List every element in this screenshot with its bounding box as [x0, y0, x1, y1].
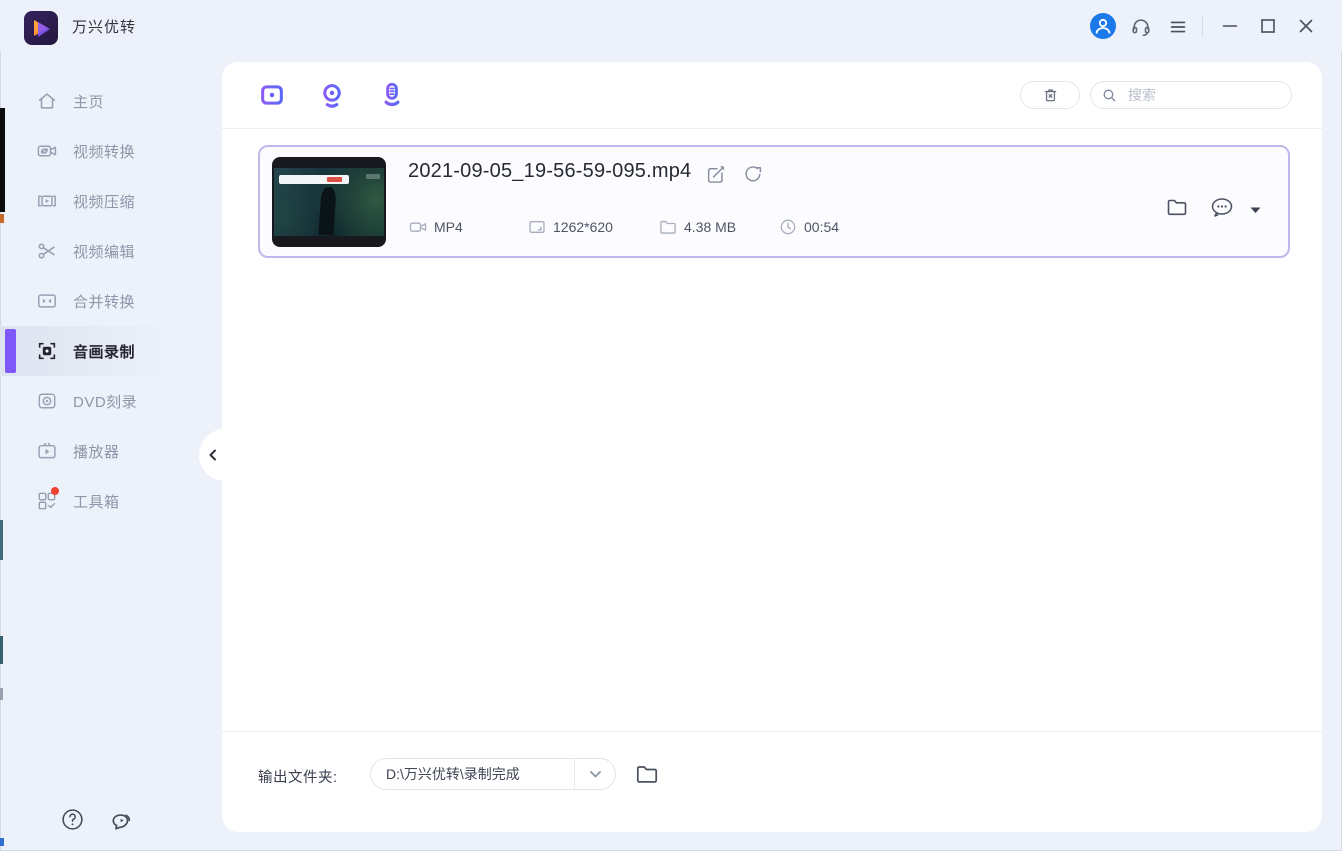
recording-list-item[interactable]: 2021-09-05_19-56-59-095.mp4 MP4 1262*620…: [258, 145, 1290, 258]
sidebar-item-merge-convert[interactable]: 合并转换: [0, 276, 222, 326]
screen-recorder-icon[interactable]: [258, 81, 286, 109]
help-icon[interactable]: [60, 807, 86, 833]
screen-edge-artifact: [0, 520, 3, 560]
output-folder-path: D:\万兴优转\录制完成: [386, 766, 520, 782]
footer-divider: [222, 731, 1322, 732]
sidebar-item-label: 主页: [73, 93, 105, 111]
minimize-button[interactable]: [1218, 14, 1242, 38]
size-folder-icon: [658, 217, 678, 237]
webcam-recorder-icon[interactable]: [318, 81, 346, 109]
search-icon: [1101, 87, 1118, 104]
sidebar-item-toolbox[interactable]: 工具箱: [0, 476, 222, 526]
format-camera-icon: [408, 217, 428, 237]
meta-size: 4.38 MB: [658, 217, 736, 237]
main-panel: 2021-09-05_19-56-59-095.mp4 MP4: [222, 62, 1322, 832]
video-convert-icon: [36, 140, 58, 162]
maximize-button[interactable]: [1256, 14, 1280, 38]
toolbox-badge: [51, 487, 59, 495]
sidebar-item-home[interactable]: 主页: [0, 76, 222, 126]
screen-edge-artifact: [0, 688, 3, 700]
sidebar-item-video-compress[interactable]: 视频压缩: [0, 176, 222, 226]
app-title: 万兴优转: [72, 19, 137, 36]
sidebar-item-label: 视频编辑: [73, 243, 136, 261]
thumbnail-frame: [274, 168, 384, 236]
titlebar: 万兴优转: [0, 0, 1342, 52]
sidebar-item-video-edit[interactable]: 视频编辑: [0, 226, 222, 276]
search-input[interactable]: [1126, 86, 1281, 104]
video-thumbnail[interactable]: [272, 157, 386, 247]
duration-clock-icon: [778, 217, 798, 237]
player-icon: [36, 440, 58, 462]
output-folder-label: 输出文件夹:: [258, 770, 338, 786]
sidebar-item-label: DVD刻录: [73, 393, 138, 411]
video-compress-icon: [36, 190, 58, 212]
screen-edge-artifact: [0, 108, 5, 212]
format-value: MP4: [434, 219, 463, 235]
sidebar-item-label: 视频转换: [73, 143, 136, 161]
feedback-icon[interactable]: [108, 807, 134, 833]
output-folder-select[interactable]: D:\万兴优转\录制完成: [370, 758, 616, 790]
resolution-screen-icon: [527, 217, 547, 237]
trash-icon: [1041, 86, 1060, 105]
record-mode-toolbar: [222, 62, 1322, 129]
meta-resolution: 1262*620: [527, 217, 613, 237]
meta-duration: 00:54: [778, 217, 839, 237]
sidebar-item-label: 播放器: [73, 443, 120, 461]
sidebar-item-dvd-burn[interactable]: DVD刻录: [0, 376, 222, 426]
open-file-location-icon[interactable]: [1165, 195, 1189, 219]
more-options-icon[interactable]: [1208, 195, 1233, 219]
home-icon: [36, 90, 58, 112]
chevron-down-icon[interactable]: [575, 770, 615, 778]
sidebar-item-label: 工具箱: [73, 493, 120, 511]
sidebar-item-player[interactable]: 播放器: [0, 426, 222, 476]
sidebar-item-record[interactable]: 音画录制: [0, 326, 222, 376]
screen-edge-artifact: [0, 636, 3, 664]
sidebar-item-label: 音画录制: [73, 343, 136, 361]
reconvert-icon[interactable]: [742, 163, 764, 185]
file-name: 2021-09-05_19-56-59-095.mp4: [408, 160, 692, 182]
menu-hamburger-icon[interactable]: [1166, 15, 1190, 39]
dvd-icon: [36, 390, 58, 412]
rename-icon[interactable]: [705, 163, 727, 185]
open-output-folder-icon[interactable]: [634, 761, 660, 787]
sidebar-item-label: 视频压缩: [73, 193, 136, 211]
meta-format: MP4: [408, 217, 463, 237]
user-avatar[interactable]: [1090, 13, 1116, 39]
resolution-value: 1262*620: [553, 219, 613, 235]
scissors-icon: [36, 240, 58, 262]
support-headset-icon[interactable]: [1129, 15, 1153, 39]
screen-edge-artifact: [0, 214, 4, 223]
sidebar: 主页 视频转换 视频压缩 视频编辑 合并转换 音画录制 DVD刻录 播放器 工具…: [0, 52, 222, 851]
sidebar-item-video-convert[interactable]: 视频转换: [0, 126, 222, 176]
screen-edge-artifact: [0, 838, 4, 846]
toolbox-icon: [36, 487, 59, 512]
audio-recorder-icon[interactable]: [378, 81, 406, 109]
more-options-chevron-icon[interactable]: [1250, 207, 1261, 215]
screen-record-icon: [36, 340, 58, 362]
size-value: 4.38 MB: [684, 219, 737, 235]
close-button[interactable]: [1294, 14, 1318, 38]
duration-value: 00:54: [804, 219, 840, 235]
active-indicator: [5, 329, 16, 373]
clear-list-button[interactable]: [1020, 81, 1080, 109]
app-logo-icon: [24, 11, 58, 45]
sidebar-item-label: 合并转换: [73, 293, 136, 311]
merge-icon: [36, 290, 58, 312]
search-box[interactable]: [1090, 81, 1292, 109]
titlebar-divider: [1202, 15, 1203, 37]
